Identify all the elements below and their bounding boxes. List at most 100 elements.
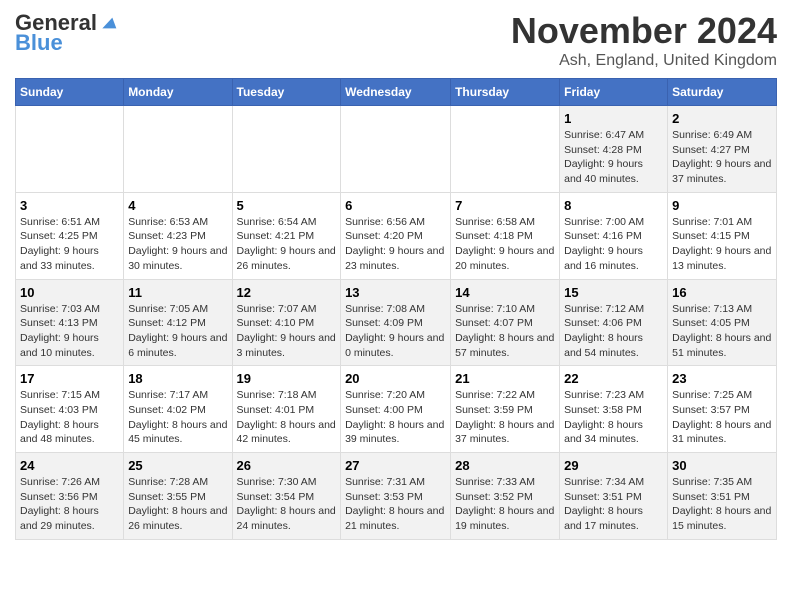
day-info: Sunrise: 7:35 AM Sunset: 3:51 PM Dayligh… [672,475,772,534]
calendar-day-cell: 21 Sunrise: 7:22 AM Sunset: 3:59 PM Dayli… [451,366,560,453]
calendar-day-cell [232,106,341,193]
day-number: 23 [672,371,772,386]
day-info: Sunrise: 7:12 AM Sunset: 4:06 PM Dayligh… [564,302,663,361]
calendar-day-cell: 26 Sunrise: 7:30 AM Sunset: 3:54 PM Dayli… [232,453,341,540]
calendar-header-row: SundayMondayTuesdayWednesdayThursdayFrid… [16,79,777,106]
calendar-day-cell: 9Sunrise: 7:01 AM Sunset: 4:15 PM Daylig… [668,192,777,279]
calendar-day-cell: 2Sunrise: 6:49 AM Sunset: 4:27 PM Daylig… [668,106,777,193]
day-number: 24 [20,458,119,473]
day-number: 5 [237,198,337,213]
day-info: Sunrise: 7:13 AM Sunset: 4:05 PM Dayligh… [672,302,772,361]
day-info: Sunrise: 7:30 AM Sunset: 3:54 PM Dayligh… [237,475,337,534]
calendar-header-monday: Monday [124,79,232,106]
day-number: 28 [455,458,555,473]
day-number: 21 [455,371,555,386]
calendar-header-thursday: Thursday [451,79,560,106]
day-number: 12 [237,285,337,300]
day-info: Sunrise: 7:23 AM Sunset: 3:58 PM Dayligh… [564,388,663,447]
day-info: Sunrise: 7:08 AM Sunset: 4:09 PM Dayligh… [345,302,446,361]
calendar-day-cell: 14Sunrise: 7:10 AM Sunset: 4:07 PM Dayli… [451,279,560,366]
location: Ash, England, United Kingdom [511,52,777,70]
day-number: 26 [237,458,337,473]
logo: General Blue [15,10,119,56]
calendar-week-row: 1 Sunrise: 6:47 AM Sunset: 4:28 PM Daylig… [16,106,777,193]
calendar-day-cell: 18Sunrise: 7:17 AM Sunset: 4:02 PM Dayli… [124,366,232,453]
day-number: 18 [128,371,227,386]
calendar-day-cell: 13 Sunrise: 7:08 AM Sunset: 4:09 PM Dayli… [341,279,451,366]
day-number: 20 [345,371,446,386]
day-number: 27 [345,458,446,473]
day-info: Sunrise: 6:54 AM Sunset: 4:21 PM Dayligh… [237,215,337,274]
calendar-day-cell: 10 Sunrise: 7:03 AM Sunset: 4:13 PM Dayli… [16,279,124,366]
calendar-day-cell [341,106,451,193]
calendar-day-cell [124,106,232,193]
day-number: 14 [455,285,555,300]
day-info: Sunrise: 7:03 AM Sunset: 4:13 PM Dayligh… [20,302,119,361]
calendar-day-cell: 23Sunrise: 7:25 AM Sunset: 3:57 PM Dayli… [668,366,777,453]
day-number: 9 [672,198,772,213]
day-info: Sunrise: 6:53 AM Sunset: 4:23 PM Dayligh… [128,215,227,274]
day-number: 16 [672,285,772,300]
day-number: 10 [20,285,119,300]
day-info: Sunrise: 6:51 AM Sunset: 4:25 PM Dayligh… [20,215,119,274]
day-info: Sunrise: 7:34 AM Sunset: 3:51 PM Dayligh… [564,475,663,534]
calendar-day-cell: 16 Sunrise: 7:13 AM Sunset: 4:05 PM Dayli… [668,279,777,366]
day-info: Sunrise: 7:20 AM Sunset: 4:00 PM Dayligh… [345,388,446,447]
calendar-header-sunday: Sunday [16,79,124,106]
day-number: 30 [672,458,772,473]
day-info: Sunrise: 7:18 AM Sunset: 4:01 PM Dayligh… [237,388,337,447]
day-info: Sunrise: 6:47 AM Sunset: 4:28 PM Dayligh… [564,128,663,187]
day-info: Sunrise: 7:00 AM Sunset: 4:16 PM Dayligh… [564,215,663,274]
day-number: 15 [564,285,663,300]
calendar-header-friday: Friday [560,79,668,106]
calendar-day-cell: 11 Sunrise: 7:05 AM Sunset: 4:12 PM Dayli… [124,279,232,366]
calendar-day-cell: 22Sunrise: 7:23 AM Sunset: 3:58 PM Dayli… [560,366,668,453]
calendar-day-cell: 7 Sunrise: 6:58 AM Sunset: 4:18 PM Daylig… [451,192,560,279]
calendar-week-row: 10 Sunrise: 7:03 AM Sunset: 4:13 PM Dayli… [16,279,777,366]
day-info: Sunrise: 7:26 AM Sunset: 3:56 PM Dayligh… [20,475,119,534]
day-info: Sunrise: 7:22 AM Sunset: 3:59 PM Dayligh… [455,388,555,447]
calendar-day-cell: 6 Sunrise: 6:56 AM Sunset: 4:20 PM Daylig… [341,192,451,279]
calendar-week-row: 17Sunrise: 7:15 AM Sunset: 4:03 PM Dayli… [16,366,777,453]
header: General Blue November 2024 Ash, England,… [15,10,777,70]
day-info: Sunrise: 7:31 AM Sunset: 3:53 PM Dayligh… [345,475,446,534]
day-number: 7 [455,198,555,213]
day-number: 13 [345,285,446,300]
title-area: November 2024 Ash, England, United Kingd… [511,10,777,70]
calendar-day-cell: 8Sunrise: 7:00 AM Sunset: 4:16 PM Daylig… [560,192,668,279]
calendar-day-cell: 17Sunrise: 7:15 AM Sunset: 4:03 PM Dayli… [16,366,124,453]
calendar-day-cell: 4 Sunrise: 6:53 AM Sunset: 4:23 PM Daylig… [124,192,232,279]
day-number: 4 [128,198,227,213]
calendar-day-cell: 27 Sunrise: 7:31 AM Sunset: 3:53 PM Dayli… [341,453,451,540]
calendar-day-cell: 29 Sunrise: 7:34 AM Sunset: 3:51 PM Dayli… [560,453,668,540]
calendar-day-cell: 3 Sunrise: 6:51 AM Sunset: 4:25 PM Daylig… [16,192,124,279]
month-title: November 2024 [511,10,777,52]
calendar-week-row: 3 Sunrise: 6:51 AM Sunset: 4:25 PM Daylig… [16,192,777,279]
calendar-day-cell: 28Sunrise: 7:33 AM Sunset: 3:52 PM Dayli… [451,453,560,540]
day-number: 29 [564,458,663,473]
calendar-day-cell: 1 Sunrise: 6:47 AM Sunset: 4:28 PM Daylig… [560,106,668,193]
logo-icon [99,13,119,33]
day-info: Sunrise: 6:49 AM Sunset: 4:27 PM Dayligh… [672,128,772,187]
calendar-day-cell: 19Sunrise: 7:18 AM Sunset: 4:01 PM Dayli… [232,366,341,453]
day-info: Sunrise: 7:07 AM Sunset: 4:10 PM Dayligh… [237,302,337,361]
day-number: 1 [564,111,663,126]
day-number: 6 [345,198,446,213]
day-number: 3 [20,198,119,213]
day-number: 25 [128,458,227,473]
calendar-week-row: 24 Sunrise: 7:26 AM Sunset: 3:56 PM Dayli… [16,453,777,540]
calendar-day-cell: 20 Sunrise: 7:20 AM Sunset: 4:00 PM Dayli… [341,366,451,453]
calendar-day-cell: 5 Sunrise: 6:54 AM Sunset: 4:21 PM Daylig… [232,192,341,279]
day-info: Sunrise: 6:56 AM Sunset: 4:20 PM Dayligh… [345,215,446,274]
day-info: Sunrise: 6:58 AM Sunset: 4:18 PM Dayligh… [455,215,555,274]
calendar-day-cell: 15 Sunrise: 7:12 AM Sunset: 4:06 PM Dayli… [560,279,668,366]
calendar-header-wednesday: Wednesday [341,79,451,106]
day-number: 11 [128,285,227,300]
calendar-day-cell: 25 Sunrise: 7:28 AM Sunset: 3:55 PM Dayli… [124,453,232,540]
calendar-table: SundayMondayTuesdayWednesdayThursdayFrid… [15,78,777,540]
day-info: Sunrise: 7:05 AM Sunset: 4:12 PM Dayligh… [128,302,227,361]
calendar-header-tuesday: Tuesday [232,79,341,106]
day-info: Sunrise: 7:15 AM Sunset: 4:03 PM Dayligh… [20,388,119,447]
calendar-day-cell: 24 Sunrise: 7:26 AM Sunset: 3:56 PM Dayli… [16,453,124,540]
day-info: Sunrise: 7:28 AM Sunset: 3:55 PM Dayligh… [128,475,227,534]
